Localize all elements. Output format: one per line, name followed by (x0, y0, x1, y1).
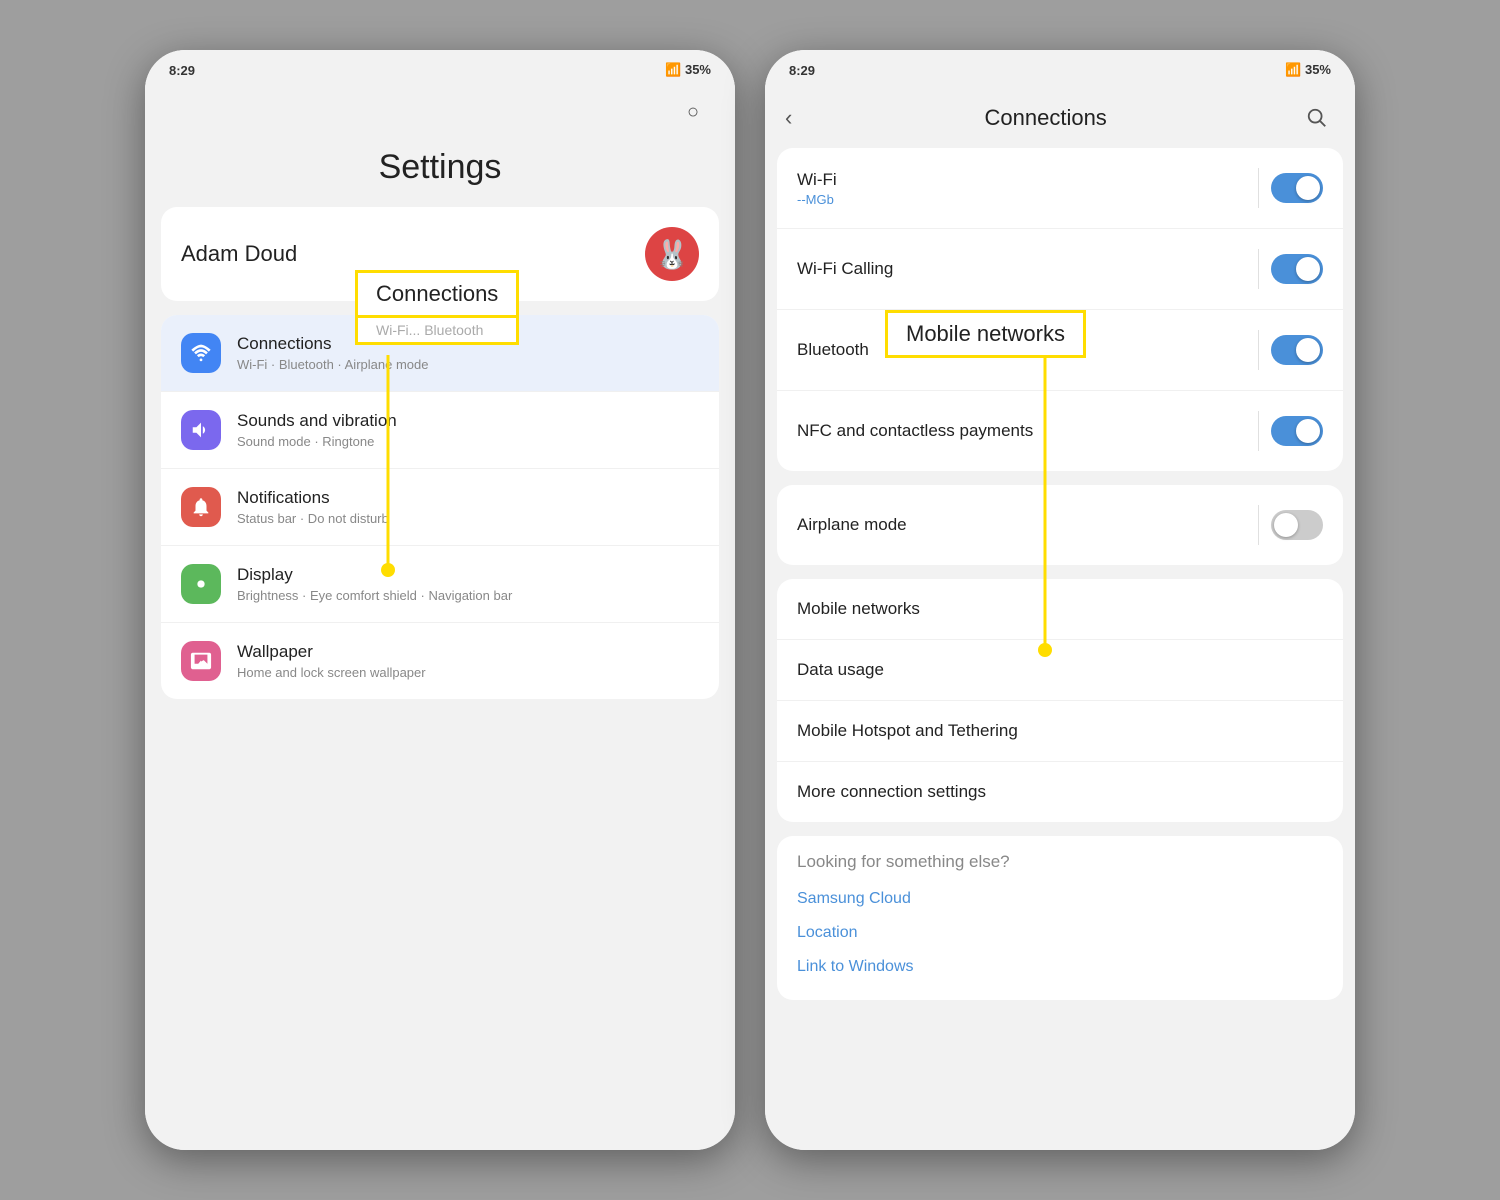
annotation-mobile-networks: Mobile networks (885, 310, 1086, 358)
notifications-title: Notifications (237, 488, 699, 508)
signal-right: 📶 35% (1285, 62, 1331, 78)
display-text: Display Brightness · Eye comfort shield … (237, 565, 699, 603)
conn-item-nfc[interactable]: NFC and contactless payments (777, 391, 1343, 471)
airplane-text: Airplane mode (797, 515, 1246, 535)
time-left: 8:29 (169, 63, 195, 78)
more-connections-text: More connection settings (797, 782, 1323, 802)
sounds-title: Sounds and vibration (237, 411, 699, 431)
looking-title: Looking for something else? (797, 852, 1323, 872)
hotspot-text: Mobile Hotspot and Tethering (797, 721, 1323, 741)
avatar: 🐰 (645, 227, 699, 281)
wallpaper-text: Wallpaper Home and lock screen wallpaper (237, 642, 699, 680)
settings-search-area: ○ (145, 84, 735, 138)
mobile-networks-text: Mobile networks (797, 599, 1323, 619)
display-title: Display (237, 565, 699, 585)
conn-item-wifi[interactable]: Wi-Fi --MGb (777, 148, 1343, 229)
separator-1 (765, 471, 1355, 485)
wallpaper-icon (181, 641, 221, 681)
conn-item-more-connections[interactable]: More connection settings (777, 762, 1343, 822)
samsung-cloud-link[interactable]: Samsung Cloud (797, 882, 1323, 916)
display-subtitle: Brightness · Eye comfort shield · Naviga… (237, 588, 699, 603)
conn-item-wifi-calling[interactable]: Wi-Fi Calling (777, 229, 1343, 310)
wifi-calling-title: Wi-Fi Calling (797, 259, 1246, 279)
settings-item-wallpaper[interactable]: Wallpaper Home and lock screen wallpaper (161, 623, 719, 699)
settings-item-notifications[interactable]: Notifications Status bar · Do not distur… (161, 469, 719, 546)
connections-header: ‹ Connections (765, 84, 1355, 148)
airplane-toggle[interactable] (1271, 510, 1323, 540)
status-bar-right: 8:29 📶 35% (765, 50, 1355, 84)
wifi-subtitle: --MGb (797, 192, 1246, 207)
bluetooth-toggle[interactable] (1271, 335, 1323, 365)
nfc-title: NFC and contactless payments (797, 421, 1246, 441)
connections-icon (181, 333, 221, 373)
wifi-calling-toggle[interactable] (1271, 254, 1323, 284)
sounds-text: Sounds and vibration Sound mode · Ringto… (237, 411, 699, 449)
connections-page-title: Connections (985, 105, 1107, 131)
conn-item-data-usage[interactable]: Data usage (777, 640, 1343, 701)
nfc-toggle[interactable] (1271, 416, 1323, 446)
nfc-text: NFC and contactless payments (797, 421, 1246, 441)
mobile-networks-title: Mobile networks (797, 599, 1323, 619)
back-button[interactable]: ‹ (785, 105, 792, 131)
bluetooth-divider (1258, 330, 1259, 370)
settings-item-display[interactable]: Display Brightness · Eye comfort shield … (161, 546, 719, 623)
link-to-windows-link[interactable]: Link to Windows (797, 950, 1323, 984)
connections-subtitle: Wi-Fi · Bluetooth · Airplane mode (237, 357, 699, 372)
wifi-divider (1258, 168, 1259, 208)
search-icon[interactable]: ○ (675, 94, 711, 130)
profile-name: Adam Doud (181, 241, 297, 267)
page-title: Settings (145, 138, 735, 207)
wifi-title: Wi-Fi (797, 170, 1246, 190)
wallpaper-subtitle: Home and lock screen wallpaper (237, 665, 699, 680)
settings-list: Connections Wi-Fi · Bluetooth · Airplane… (161, 315, 719, 699)
annotation-connections: Connections (355, 270, 519, 318)
looking-section: Looking for something else? Samsung Clou… (777, 836, 1343, 1000)
notifications-subtitle: Status bar · Do not disturb (237, 511, 699, 526)
airplane-title: Airplane mode (797, 515, 1246, 535)
conn-item-airplane[interactable]: Airplane mode (777, 485, 1343, 565)
search-icon-right[interactable] (1299, 100, 1335, 136)
conn-item-hotspot[interactable]: Mobile Hotspot and Tethering (777, 701, 1343, 762)
airplane-section: Airplane mode (777, 485, 1343, 565)
status-bar-left: 8:29 📶 35% (145, 50, 735, 84)
list-items-section: Mobile networks Data usage Mobile Hotspo… (777, 579, 1343, 822)
wifi-text: Wi-Fi --MGb (797, 170, 1246, 207)
wifi-calling-text: Wi-Fi Calling (797, 259, 1246, 279)
wifi-toggle[interactable] (1271, 173, 1323, 203)
wifi-calling-divider (1258, 249, 1259, 289)
notifications-text: Notifications Status bar · Do not distur… (237, 488, 699, 526)
sounds-icon (181, 410, 221, 450)
separator-2 (765, 565, 1355, 579)
display-icon (181, 564, 221, 604)
time-right: 8:29 (789, 63, 815, 78)
settings-item-sounds[interactable]: Sounds and vibration Sound mode · Ringto… (161, 392, 719, 469)
notifications-icon (181, 487, 221, 527)
sounds-subtitle: Sound mode · Ringtone (237, 434, 699, 449)
nfc-divider (1258, 411, 1259, 451)
conn-item-mobile-networks[interactable]: Mobile networks (777, 579, 1343, 640)
signal-left: 📶 35% (665, 62, 711, 78)
annotation-connections-sub: Wi-Fi... Bluetooth (355, 318, 519, 345)
hotspot-title: Mobile Hotspot and Tethering (797, 721, 1323, 741)
data-usage-title: Data usage (797, 660, 1323, 680)
wallpaper-title: Wallpaper (237, 642, 699, 662)
airplane-divider (1258, 505, 1259, 545)
data-usage-text: Data usage (797, 660, 1323, 680)
more-connections-title: More connection settings (797, 782, 1323, 802)
location-link[interactable]: Location (797, 916, 1323, 950)
